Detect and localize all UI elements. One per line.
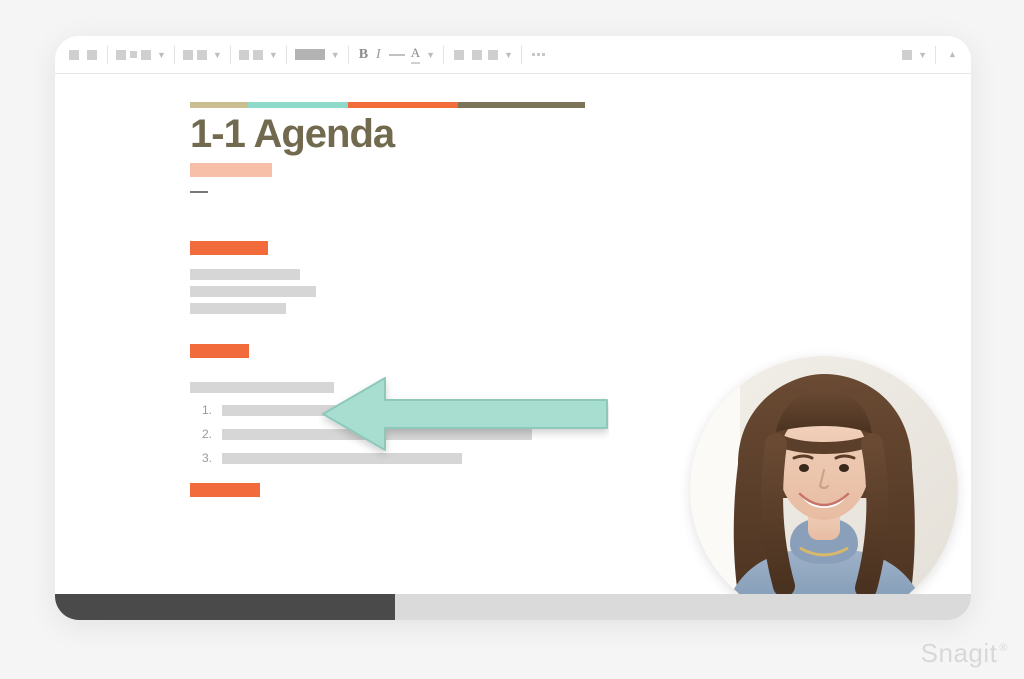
document-title[interactable]: 1-1 Agenda (190, 112, 830, 157)
text-line[interactable] (190, 303, 286, 314)
chevron-down-icon: ▼ (331, 50, 340, 60)
chevron-down-icon: ▼ (269, 50, 278, 60)
toolbar-separator (230, 46, 231, 64)
section-heading[interactable] (190, 241, 268, 255)
list-number: 2. (190, 427, 212, 441)
bold-button[interactable]: B (357, 44, 370, 66)
chevron-up-icon: ▼ (948, 50, 957, 60)
document-canvas: 1-1 Agenda 1. 2. (55, 74, 971, 620)
section-1 (190, 241, 830, 314)
list-button[interactable] (470, 44, 484, 66)
timeline-progress (55, 594, 395, 620)
toolbar-separator (174, 46, 175, 64)
toolbar-separator (286, 46, 287, 64)
text-color-dropdown[interactable]: A ▼ (411, 45, 435, 64)
toolbar-separator (521, 46, 522, 64)
toolbar-separator (443, 46, 444, 64)
toolbar-undo-button[interactable] (67, 44, 81, 66)
divider (190, 191, 208, 193)
color-stripe (190, 102, 585, 108)
text-line[interactable] (190, 382, 334, 393)
more-button[interactable] (530, 44, 547, 66)
toolbar: ▼ ▼ ▼ ▼ B I A ▼ ▼ (55, 36, 971, 74)
collapse-toolbar-button[interactable]: ▼ (944, 44, 959, 66)
underline-button[interactable] (387, 44, 407, 66)
webcam-avatar (690, 356, 958, 620)
playback-timeline[interactable] (55, 594, 971, 620)
section-heading[interactable] (190, 344, 249, 358)
text-line[interactable] (190, 286, 316, 297)
chevron-down-icon: ▼ (213, 50, 222, 60)
bullets-dropdown[interactable]: ▼ (488, 50, 513, 60)
view-dropdown[interactable]: ▼ (902, 50, 927, 60)
toolbar-separator (935, 46, 936, 64)
dots-icon (532, 53, 545, 56)
style-dropdown[interactable]: ▼ (116, 50, 166, 60)
toolbar-separator (348, 46, 349, 64)
chevron-down-icon: ▼ (157, 50, 166, 60)
toolbar-redo-button[interactable] (85, 44, 99, 66)
watermark: Snagit® (921, 638, 1006, 669)
list-number: 3. (190, 451, 212, 465)
chevron-down-icon: ▼ (504, 50, 513, 60)
list-number: 1. (190, 403, 212, 417)
font-size-dropdown[interactable]: ▼ (239, 50, 278, 60)
italic-button[interactable]: I (374, 44, 383, 66)
text-line[interactable] (190, 269, 300, 280)
timeline-remaining (395, 594, 971, 620)
highlight-dropdown[interactable]: ▼ (295, 49, 340, 60)
text-color-icon: A (411, 45, 420, 64)
chevron-down-icon: ▼ (426, 50, 435, 60)
chevron-down-icon: ▼ (918, 50, 927, 60)
font-dropdown[interactable]: ▼ (183, 50, 222, 60)
text-highlight (190, 163, 272, 177)
section-heading[interactable] (190, 483, 260, 497)
align-button[interactable] (452, 44, 466, 66)
toolbar-separator (107, 46, 108, 64)
app-window: ▼ ▼ ▼ ▼ B I A ▼ ▼ (55, 36, 971, 620)
